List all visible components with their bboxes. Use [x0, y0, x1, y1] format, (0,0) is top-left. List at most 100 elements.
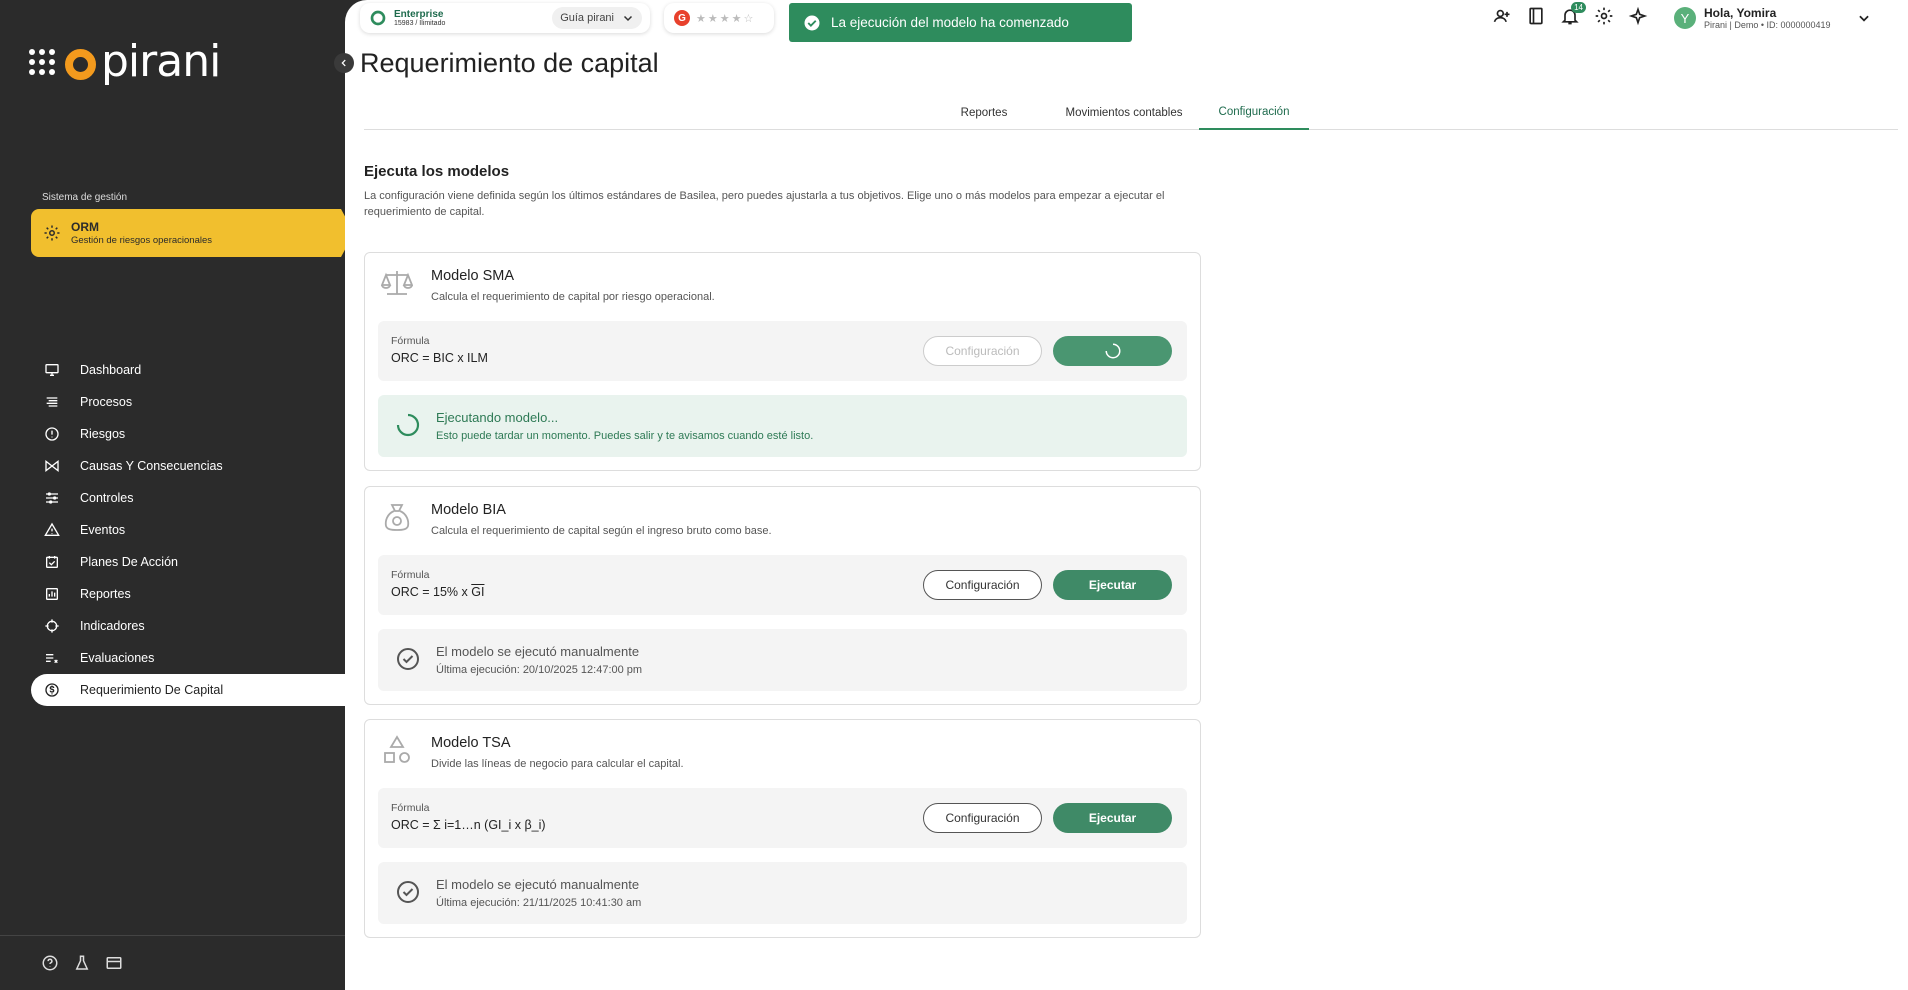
sidebar-item-dashboard[interactable]: Dashboard — [31, 354, 345, 386]
module-selector[interactable]: ORM Gestión de riesgos operacionales — [31, 209, 354, 257]
scale-icon — [381, 271, 413, 295]
sidebar-item-indicadores[interactable]: Indicadores — [31, 610, 345, 642]
formula-box: Fórmula ORC = Σ i=1…n (GI_i x β_i) Confi… — [378, 788, 1187, 848]
section-title: Ejecuta los modelos — [364, 163, 510, 180]
moneybag-icon — [384, 504, 410, 531]
sidebar-item-eventos[interactable]: Eventos — [31, 514, 345, 546]
status-box: El modelo se ejecutó manualmente Última … — [378, 862, 1187, 924]
sidebar-item-planes[interactable]: Planes De Acción — [31, 546, 345, 578]
sidebar-item-evaluaciones[interactable]: Evaluaciones — [31, 642, 345, 674]
sidebar-item-label: Indicadores — [80, 619, 145, 633]
formula-value: ORC = 15% x GI — [391, 585, 484, 599]
add-user-icon[interactable] — [1492, 6, 1512, 26]
configuration-button[interactable]: Configuración — [923, 570, 1042, 600]
toast-message: La ejecución del modelo ha comenzado — [831, 15, 1069, 30]
sidebar-item-label: Dashboard — [80, 363, 142, 377]
module-title: ORM — [71, 220, 99, 234]
status-subtitle: Esto puede tardar un momento. Puedes sal… — [436, 430, 814, 442]
tab-movimientos[interactable]: Movimientos contables — [1047, 95, 1201, 130]
model-card-sma: Modelo SMA Calcula el requerimiento de c… — [364, 252, 1201, 471]
sidebar: pirani Sistema de gestión ORM Gestión de… — [0, 0, 354, 990]
formula-prefix: ORC = 15% x — [391, 585, 472, 599]
formula-label: Fórmula — [391, 569, 430, 581]
model-description: Divide las líneas de negocio para calcul… — [431, 758, 684, 770]
status-title: El modelo se ejecutó manualmente — [436, 644, 640, 659]
dollar-icon — [45, 683, 59, 697]
status-box: El modelo se ejecutó manualmente Última … — [378, 629, 1187, 691]
guide-label: Guía pirani — [560, 12, 614, 24]
formula-label: Fórmula — [391, 802, 430, 814]
sidebar-item-label: Eventos — [80, 523, 126, 537]
topbar: Enterprise 15983 / Ilimitado Guía pirani… — [352, 0, 1908, 42]
calendar-check-icon — [46, 556, 58, 568]
sidebar-item-controles[interactable]: Controles — [31, 482, 345, 514]
flask-icon[interactable] — [73, 954, 91, 972]
sidebar-item-reportes[interactable]: Reportes — [31, 578, 345, 610]
rating-stars[interactable]: ★★★★☆ — [696, 12, 755, 25]
guide-dropdown[interactable]: Guía pirani — [552, 7, 642, 29]
sidebar-item-label: Procesos — [80, 395, 133, 409]
tab-configuracion[interactable]: Configuración — [1199, 95, 1309, 130]
chevron-down-icon — [623, 15, 633, 22]
sidebar-item-label: Riesgos — [80, 427, 126, 441]
help-icon[interactable] — [41, 954, 59, 972]
run-button[interactable]: Ejecutar — [1053, 570, 1172, 600]
tab-bar: Reportes Movimientos contables Configura… — [364, 95, 1898, 130]
shapes-icon — [384, 735, 410, 763]
apps-grid-icon[interactable] — [29, 49, 55, 75]
chart-icon — [46, 588, 58, 600]
collapse-sidebar-button[interactable] — [334, 53, 354, 73]
configuration-button[interactable]: Configuración — [923, 803, 1042, 833]
gear-icon — [44, 225, 60, 241]
spinner-icon — [1105, 343, 1120, 359]
sidebar-item-causas[interactable]: Causas Y Consecuencias — [31, 450, 345, 482]
notifications-button[interactable]: 14 — [1560, 2, 1586, 26]
model-header: Modelo TSA Divide las líneas de negocio … — [365, 720, 1200, 780]
spinner-icon — [396, 413, 420, 437]
toast-notification: La ejecución del modelo ha comenzado — [789, 3, 1132, 42]
logo-text: pirani — [101, 36, 221, 87]
sidebar-item-label: Controles — [80, 491, 134, 505]
configuration-button[interactable]: Configuración — [923, 336, 1042, 366]
status-subtitle: Última ejecución: 21/11/2025 10:41:30 am — [436, 897, 642, 909]
sidebar-item-riesgos[interactable]: Riesgos — [31, 418, 345, 450]
model-description: Calcula el requerimiento de capital segú… — [431, 525, 772, 537]
brand: pirani — [29, 36, 221, 87]
user-subtitle: Pirani | Demo • ID: 0000000419 — [1704, 20, 1831, 30]
run-button[interactable]: Ejecutar — [1053, 803, 1172, 833]
formula-box: Fórmula ORC = 15% x GI Configuración Eje… — [378, 555, 1187, 615]
sliders-icon — [46, 492, 58, 504]
checklist-icon — [46, 654, 58, 664]
module-subtitle: Gestión de riesgos operacionales — [71, 235, 213, 246]
section-description: La configuración viene definida según lo… — [364, 190, 1165, 218]
logo-ring-icon — [65, 48, 96, 80]
sidebar-item-label: Requerimiento De Capital — [80, 683, 224, 697]
status-subtitle: Última ejecución: 20/10/2025 12:47:00 pm — [436, 664, 643, 676]
formula-value: ORC = Σ i=1…n (GI_i x β_i) — [391, 818, 546, 832]
target-icon — [45, 619, 59, 633]
run-button[interactable] — [1053, 336, 1172, 366]
plan-pill[interactable]: Enterprise 15983 / Ilimitado Guía pirani — [360, 3, 650, 33]
user-menu[interactable]: Y Hola, Yomira Pirani | Demo • ID: 00000… — [1674, 6, 1871, 30]
topbar-actions: 14 — [1492, 2, 1648, 26]
bowtie-icon — [45, 459, 59, 473]
check-circle-icon — [804, 15, 820, 30]
book-icon[interactable] — [1526, 6, 1546, 26]
sidebar-item-label: Reportes — [80, 587, 131, 601]
rating-pill[interactable]: G ★★★★☆ — [664, 3, 774, 33]
sparkle-icon[interactable] — [1628, 6, 1648, 26]
warning-icon — [44, 522, 60, 536]
pirani-plan-icon — [370, 10, 386, 26]
pirani-logo: pirani — [65, 36, 221, 87]
model-description: Calcula el requerimiento de capital por … — [431, 291, 715, 303]
tab-reportes[interactable]: Reportes — [951, 95, 1017, 130]
plan-title: Enterprise — [394, 9, 444, 20]
sidebar-item-procesos[interactable]: Procesos — [31, 386, 345, 418]
sidebar-item-label: Evaluaciones — [80, 651, 155, 665]
section-label: Sistema de gestión — [42, 192, 128, 203]
g2-logo-icon: G — [674, 10, 690, 26]
settings-icon[interactable] — [1594, 6, 1614, 26]
model-title: Modelo SMA — [431, 268, 515, 284]
sidebar-item-requerimiento[interactable]: Requerimiento De Capital — [31, 674, 345, 706]
card-icon[interactable] — [105, 954, 123, 972]
